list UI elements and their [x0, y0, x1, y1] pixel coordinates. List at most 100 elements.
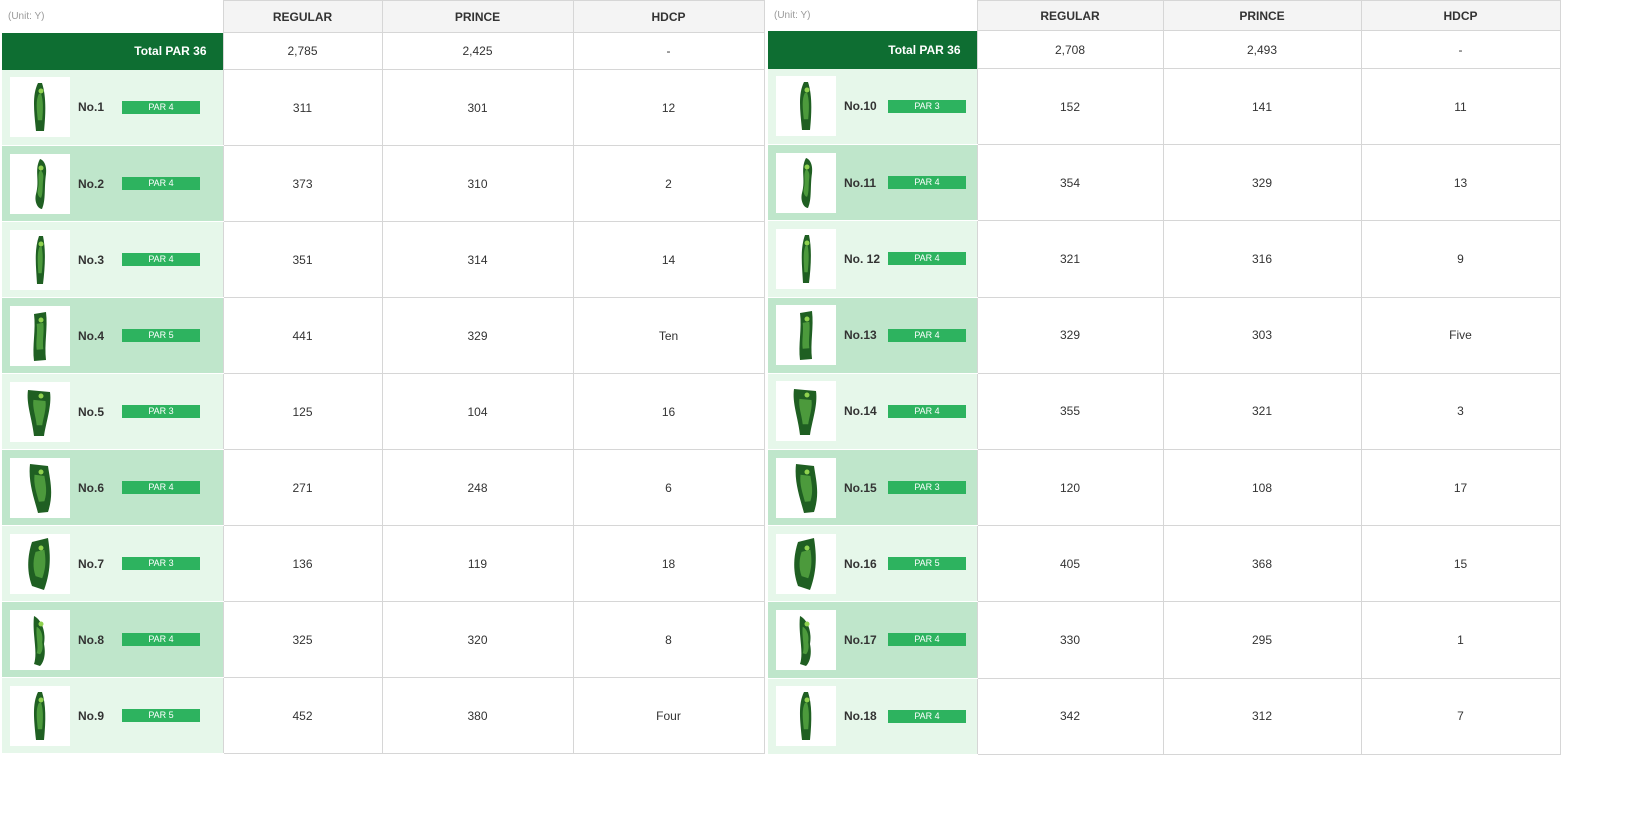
hole-cell: No.7 PAR 3	[2, 525, 223, 602]
hole-cell: No.14 PAR 4	[768, 373, 977, 450]
prince-yardage: 312	[1162, 677, 1362, 755]
regular-yardage: 354	[976, 144, 1164, 222]
hole-cell: No.5 PAR 3	[2, 373, 223, 450]
handicap-value: 3	[1360, 372, 1561, 450]
hole-cell: No.8 PAR 4	[2, 601, 223, 678]
hole-row: No.6 PAR 4 271 248 6	[2, 449, 765, 526]
hole-cell: No.2 PAR 4	[2, 145, 223, 222]
handicap-value: 8	[572, 601, 765, 678]
hole-map-image	[10, 609, 70, 670]
par-badge: PAR 4	[122, 481, 200, 494]
hole-map-image	[10, 381, 70, 442]
handicap-value: 7	[1360, 677, 1561, 755]
par-badge: PAR 4	[122, 177, 200, 190]
total-prince: 2,493	[1162, 30, 1362, 69]
hole-map-image	[10, 533, 70, 594]
regular-yardage: 325	[222, 601, 383, 678]
prince-yardage: 104	[381, 373, 574, 450]
hole-row: No.9 PAR 5 452 380 Four	[2, 677, 765, 754]
prince-yardage: 329	[381, 297, 574, 374]
prince-yardage: 316	[1162, 220, 1362, 298]
par-badge: PAR 4	[122, 633, 200, 646]
handicap-value: 16	[572, 373, 765, 450]
handicap-value: 9	[1360, 220, 1561, 298]
hole-cell: No.13 PAR 4	[768, 297, 977, 374]
hole-number: No.1	[78, 100, 105, 115]
front-nine-table: (Unit: Y) REGULAR PRINCE HDCP Total PAR …	[2, 0, 765, 754]
par-badge: PAR 3	[888, 481, 966, 495]
regular-yardage: 452	[222, 677, 383, 754]
prince-yardage: 329	[1162, 144, 1362, 222]
regular-yardage: 311	[222, 69, 383, 146]
hole-map-image	[776, 305, 836, 366]
hole-row: No.4 PAR 5 441 329 Ten	[2, 297, 765, 374]
prince-yardage: 303	[1162, 296, 1362, 374]
hole-row: No.11 PAR 4 354 329 13	[768, 144, 1561, 222]
prince-yardage: 320	[381, 601, 574, 678]
hole-cell: No.15 PAR 3	[768, 449, 977, 527]
hole-cell: No.10 PAR 3	[768, 68, 977, 146]
hole-number: No.6	[78, 480, 105, 495]
prince-yardage: 301	[381, 69, 574, 146]
par-badge: PAR 3	[122, 405, 200, 418]
handicap-value: Ten	[572, 297, 765, 374]
total-row: Total PAR 36 2,708 2,493 -	[768, 30, 1561, 69]
hole-row: No.8 PAR 4 325 320 8	[2, 601, 765, 678]
hole-row: No.5 PAR 3 125 104 16	[2, 373, 765, 450]
front-nine-course: (Unit: Y) REGULAR PRINCE HDCP Total PAR …	[2, 0, 765, 754]
handicap-value: 6	[572, 449, 765, 526]
total-row: Total PAR 36 2,785 2,425 -	[2, 32, 765, 70]
regular-yardage: 351	[222, 221, 383, 298]
hole-number: No.3	[78, 252, 105, 267]
regular-yardage: 405	[976, 525, 1164, 603]
hole-map-image	[776, 381, 836, 442]
hole-map-image	[10, 457, 70, 518]
hole-cell: No.16 PAR 5	[768, 525, 977, 603]
hole-number: No.5	[78, 404, 105, 419]
prince-yardage: 141	[1162, 67, 1362, 146]
hole-cell: No.9 PAR 5	[2, 677, 223, 754]
hole-map-image	[776, 76, 836, 137]
hole-number: No. 12	[844, 251, 881, 266]
handicap-value: 18	[572, 525, 765, 602]
par-badge: PAR 3	[122, 557, 200, 570]
hole-row: No.17 PAR 4 330 295 1	[768, 601, 1561, 679]
hole-row: No.15 PAR 3 120 108 17	[768, 448, 1561, 527]
hole-number: No.4	[78, 328, 105, 343]
prince-yardage: 314	[381, 221, 574, 298]
hole-number: No.15	[844, 480, 877, 495]
hole-row: No.3 PAR 4 351 314 14	[2, 221, 765, 298]
par-badge: PAR 4	[888, 252, 966, 266]
par-badge: PAR 5	[122, 709, 200, 722]
regular-yardage: 152	[976, 67, 1164, 146]
handicap-value: 2	[572, 145, 765, 222]
handicap-value: Five	[1360, 296, 1561, 374]
column-header-hdcp: HDCP	[572, 0, 765, 33]
hole-number: No.13	[844, 328, 877, 343]
regular-yardage: 271	[222, 449, 383, 526]
regular-yardage: 441	[222, 297, 383, 374]
back-nine-table: (Unit: Y) REGULAR PRINCE HDCP Total PAR …	[768, 0, 1561, 755]
hole-cell: No.4 PAR 5	[2, 297, 223, 374]
regular-yardage: 321	[976, 220, 1164, 298]
hole-map-image	[776, 152, 836, 213]
prince-yardage: 119	[381, 525, 574, 602]
unit-label: (Unit: Y)	[768, 0, 977, 31]
back-nine-course: (Unit: Y) REGULAR PRINCE HDCP Total PAR …	[768, 0, 1561, 755]
total-regular: 2,708	[976, 30, 1164, 69]
prince-yardage: 368	[1162, 525, 1362, 603]
hole-map-image	[776, 686, 836, 747]
hole-number: No.10	[844, 99, 877, 114]
par-badge: PAR 4	[888, 404, 966, 418]
hole-map-image	[10, 305, 70, 366]
hole-row: No.14 PAR 4 355 321 3	[768, 372, 1561, 450]
prince-yardage: 248	[381, 449, 574, 526]
hole-map-image	[10, 153, 70, 214]
hole-cell: No.1 PAR 4	[2, 69, 223, 146]
prince-yardage: 321	[1162, 372, 1362, 450]
par-badge: PAR 4	[122, 100, 200, 114]
hole-cell: No.11 PAR 4	[768, 144, 977, 222]
hole-number: No.7	[78, 556, 105, 571]
hole-number: No.18	[844, 709, 877, 724]
hole-row: No.1 PAR 4 311 301 12	[2, 69, 765, 146]
